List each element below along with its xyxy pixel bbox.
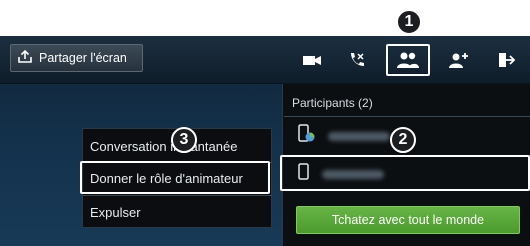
video-icon[interactable] (299, 48, 325, 72)
callout-badge: 1 (396, 9, 422, 35)
share-screen-label: Partager l'écran (39, 51, 127, 65)
menu-item-highlight (80, 161, 270, 194)
participants-icon[interactable] (395, 48, 421, 72)
participant-highlight (280, 155, 530, 191)
callout-badge: 2 (390, 127, 416, 153)
menu-item-expel[interactable]: Expulser (82, 196, 272, 228)
exit-icon[interactable] (493, 48, 519, 72)
participant-name-redacted (328, 131, 390, 141)
participants-header: Participants (2) (292, 96, 373, 110)
end-call-icon[interactable] (344, 48, 370, 72)
callout-badge: 3 (171, 127, 197, 153)
chat-with-everyone-button[interactable]: Tchatez avec tout le monde (296, 206, 520, 234)
share-screen-button[interactable]: Partager l'écran (10, 44, 143, 72)
share-screen-icon (17, 49, 33, 67)
device-icon (298, 123, 316, 149)
divider (284, 116, 530, 117)
add-participant-icon[interactable] (446, 48, 472, 72)
